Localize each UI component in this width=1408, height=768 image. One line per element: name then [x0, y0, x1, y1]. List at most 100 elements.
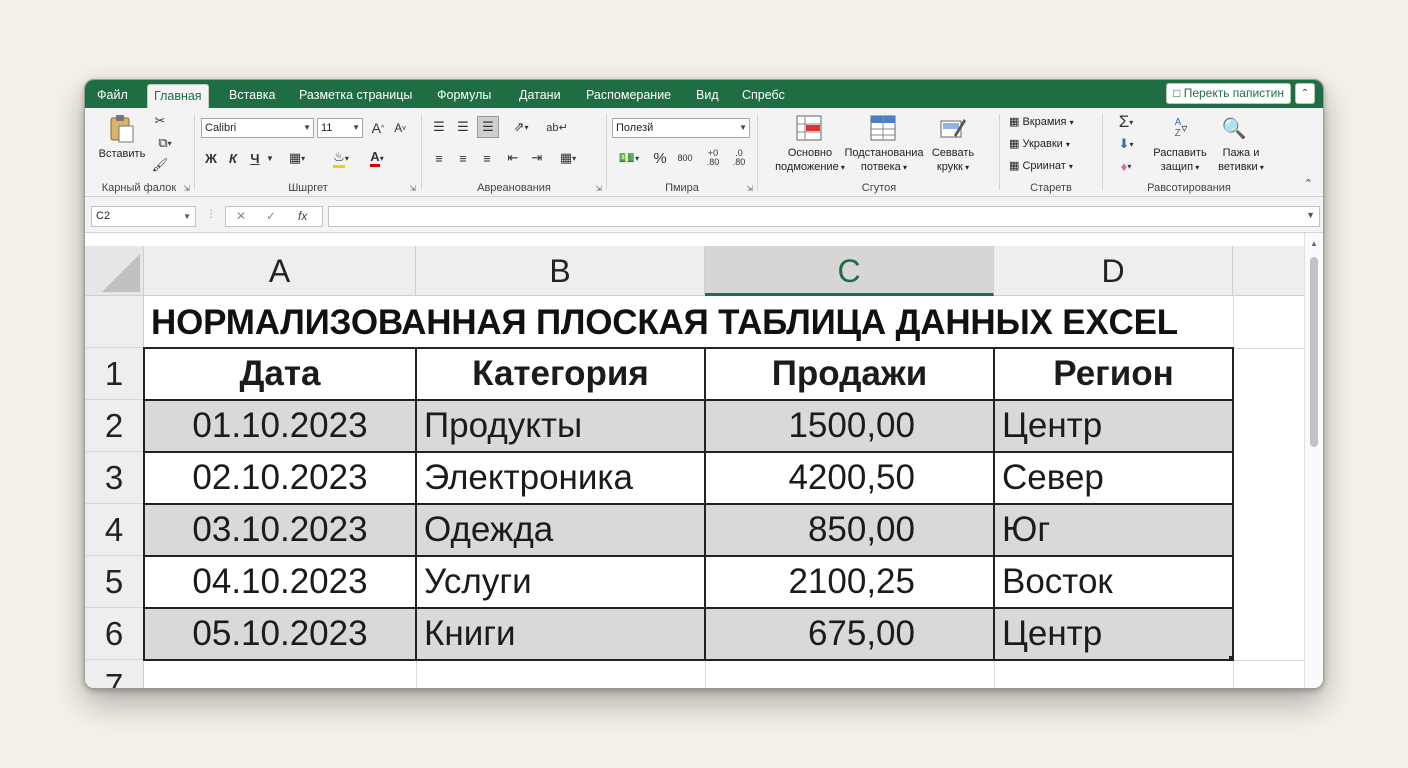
grow-font-icon[interactable]: A ^: [369, 118, 387, 138]
cell-region[interactable]: Центр: [1002, 400, 1232, 452]
fill-color-icon[interactable]: ♨ ▾: [325, 148, 357, 168]
align-center-icon[interactable]: ≡: [453, 148, 473, 168]
format-as-table-icon[interactable]: [869, 114, 897, 142]
vertical-scrollbar[interactable]: ▲: [1304, 233, 1323, 688]
font-launcher-icon[interactable]: ⇲: [409, 184, 416, 193]
tab-help[interactable]: Спребс: [736, 84, 791, 108]
number-launcher-icon[interactable]: ⇲: [746, 184, 753, 193]
insert-cells-button[interactable]: ▦ Вкрамия ▾: [1009, 116, 1074, 129]
cell-category[interactable]: Книги: [424, 608, 704, 660]
tab-data[interactable]: Датани: [513, 84, 567, 108]
cell-sales[interactable]: 675,00: [705, 608, 915, 660]
chevron-down-icon[interactable]: ▼: [265, 148, 275, 168]
formula-bar-splitter[interactable]: ⋮: [206, 209, 216, 220]
row-header-7[interactable]: 7: [85, 660, 144, 688]
expand-formula-icon[interactable]: ▼: [1306, 210, 1315, 220]
column-header-b[interactable]: B: [416, 246, 705, 296]
font-size-select[interactable]: 11 ▼: [317, 118, 363, 138]
cancel-icon[interactable]: ✕: [236, 209, 246, 223]
row-header-5[interactable]: 5: [85, 556, 144, 608]
find-select-button[interactable]: Пажа и ветивки ▾: [1214, 146, 1268, 175]
header-cell-category[interactable]: Категория: [416, 348, 705, 400]
row-header-6[interactable]: 6: [85, 608, 144, 660]
align-right-icon[interactable]: ≡: [477, 148, 497, 168]
decrease-indent-icon[interactable]: ⇤: [503, 148, 523, 168]
autosum-icon[interactable]: Σ ▾: [1112, 112, 1140, 132]
shrink-font-icon[interactable]: Av: [391, 118, 409, 138]
tab-file[interactable]: Файл: [91, 84, 134, 108]
find-select-icon[interactable]: 🔍: [1220, 114, 1248, 142]
decrease-decimal-button[interactable]: .0 .80: [728, 148, 750, 168]
align-left-icon[interactable]: ≡: [429, 148, 449, 168]
merge-center-icon[interactable]: ▦ ▾: [553, 148, 583, 168]
format-painter-icon[interactable]: 🖌: [151, 156, 169, 174]
row-header-title[interactable]: [85, 296, 144, 348]
cell-date[interactable]: 03.10.2023: [144, 504, 416, 556]
clear-icon[interactable]: ♦ ▾: [1112, 156, 1140, 176]
cell-date[interactable]: 01.10.2023: [144, 400, 416, 452]
tab-formulas[interactable]: Формулы: [431, 84, 497, 108]
name-box[interactable]: C2 ▼: [91, 206, 196, 227]
align-top-icon[interactable]: ☰: [429, 116, 449, 138]
cell-sales[interactable]: 1500,00: [705, 400, 915, 452]
align-bottom-icon[interactable]: ☰: [477, 116, 499, 138]
cell-styles-button[interactable]: Севвать крукк ▾: [927, 146, 979, 175]
header-cell-date[interactable]: Дата: [144, 348, 416, 400]
cell-sales[interactable]: 2100,25: [705, 556, 915, 608]
borders-icon[interactable]: ▦ ▾: [283, 148, 311, 168]
cell-category[interactable]: Одежда: [424, 504, 704, 556]
increase-indent-icon[interactable]: ⇥: [527, 148, 547, 168]
cell-category[interactable]: Электроника: [424, 452, 704, 504]
orientation-icon[interactable]: ⇗ ▾: [505, 116, 537, 138]
tab-page-layout[interactable]: Разметка страницы: [293, 84, 418, 108]
row-header-2[interactable]: 2: [85, 400, 144, 452]
cell-region[interactable]: Север: [1002, 452, 1232, 504]
cell-category[interactable]: Продукты: [424, 400, 704, 452]
cell-date[interactable]: 04.10.2023: [144, 556, 416, 608]
font-name-select[interactable]: Calibri ▼: [201, 118, 314, 138]
conditional-formatting-icon[interactable]: [795, 114, 823, 142]
header-cell-sales[interactable]: Продажи: [705, 348, 994, 400]
copy-icon[interactable]: ⧉ ▾: [151, 134, 179, 152]
enter-icon[interactable]: ✓: [266, 209, 276, 223]
worksheet-grid[interactable]: A B C D 1 2 3 4 5 6 7 НОРМАЛИЗОВАННАЯ ПЛ…: [85, 233, 1306, 688]
sort-filter-button[interactable]: Распавить защип ▾: [1148, 146, 1212, 175]
ribbon-display-toggle[interactable]: ⌃: [1295, 83, 1315, 104]
column-header-d[interactable]: D: [994, 246, 1233, 296]
italic-button[interactable]: К: [225, 148, 241, 168]
cell-region[interactable]: Восток: [1002, 556, 1232, 608]
select-all-button[interactable]: [85, 246, 144, 296]
cell-region[interactable]: Юг: [1002, 504, 1232, 556]
column-header-a[interactable]: A: [144, 246, 416, 296]
paste-icon[interactable]: [107, 114, 137, 144]
cell-styles-icon[interactable]: [939, 114, 967, 142]
row-header-4[interactable]: 4: [85, 504, 144, 556]
tab-view[interactable]: Вид: [690, 84, 725, 108]
wrap-text-icon[interactable]: ab↵: [546, 116, 567, 138]
cell-sales[interactable]: 850,00: [705, 504, 915, 556]
font-color-icon[interactable]: A ▾: [361, 148, 393, 168]
column-header-e[interactable]: [1233, 246, 1306, 296]
percent-style-button[interactable]: %: [650, 148, 670, 168]
bold-button[interactable]: Ж: [203, 148, 219, 168]
formula-input[interactable]: ▼: [328, 206, 1320, 227]
increase-decimal-button[interactable]: +0 .80: [702, 148, 724, 168]
cell-category[interactable]: Услуги: [424, 556, 704, 608]
clipboard-launcher-icon[interactable]: ⇲: [183, 184, 190, 193]
scrollbar-thumb[interactable]: [1310, 257, 1318, 447]
sort-filter-icon[interactable]: A Z ▿: [1166, 114, 1196, 142]
fill-icon[interactable]: ⬇ ▾: [1112, 134, 1140, 154]
insert-function-icon[interactable]: fx: [298, 209, 307, 223]
row-header-3[interactable]: 3: [85, 452, 144, 504]
tab-insert[interactable]: Вставка: [223, 84, 281, 108]
alignment-launcher-icon[interactable]: ⇲: [595, 184, 602, 193]
underline-button[interactable]: Ч: [247, 148, 263, 168]
accounting-format-icon[interactable]: 💵 ▾: [612, 148, 646, 168]
collapse-ribbon-icon[interactable]: ⌃: [1304, 177, 1313, 190]
cell-date[interactable]: 02.10.2023: [144, 452, 416, 504]
row-header-1[interactable]: 1: [85, 348, 144, 400]
number-format-select[interactable]: Полезй ▼: [612, 118, 750, 138]
delete-cells-button[interactable]: ▦ Укравки ▾: [1009, 138, 1070, 151]
format-as-table-button[interactable]: Подстанованиа потвека ▾: [841, 146, 927, 175]
cell-date[interactable]: 05.10.2023: [144, 608, 416, 660]
